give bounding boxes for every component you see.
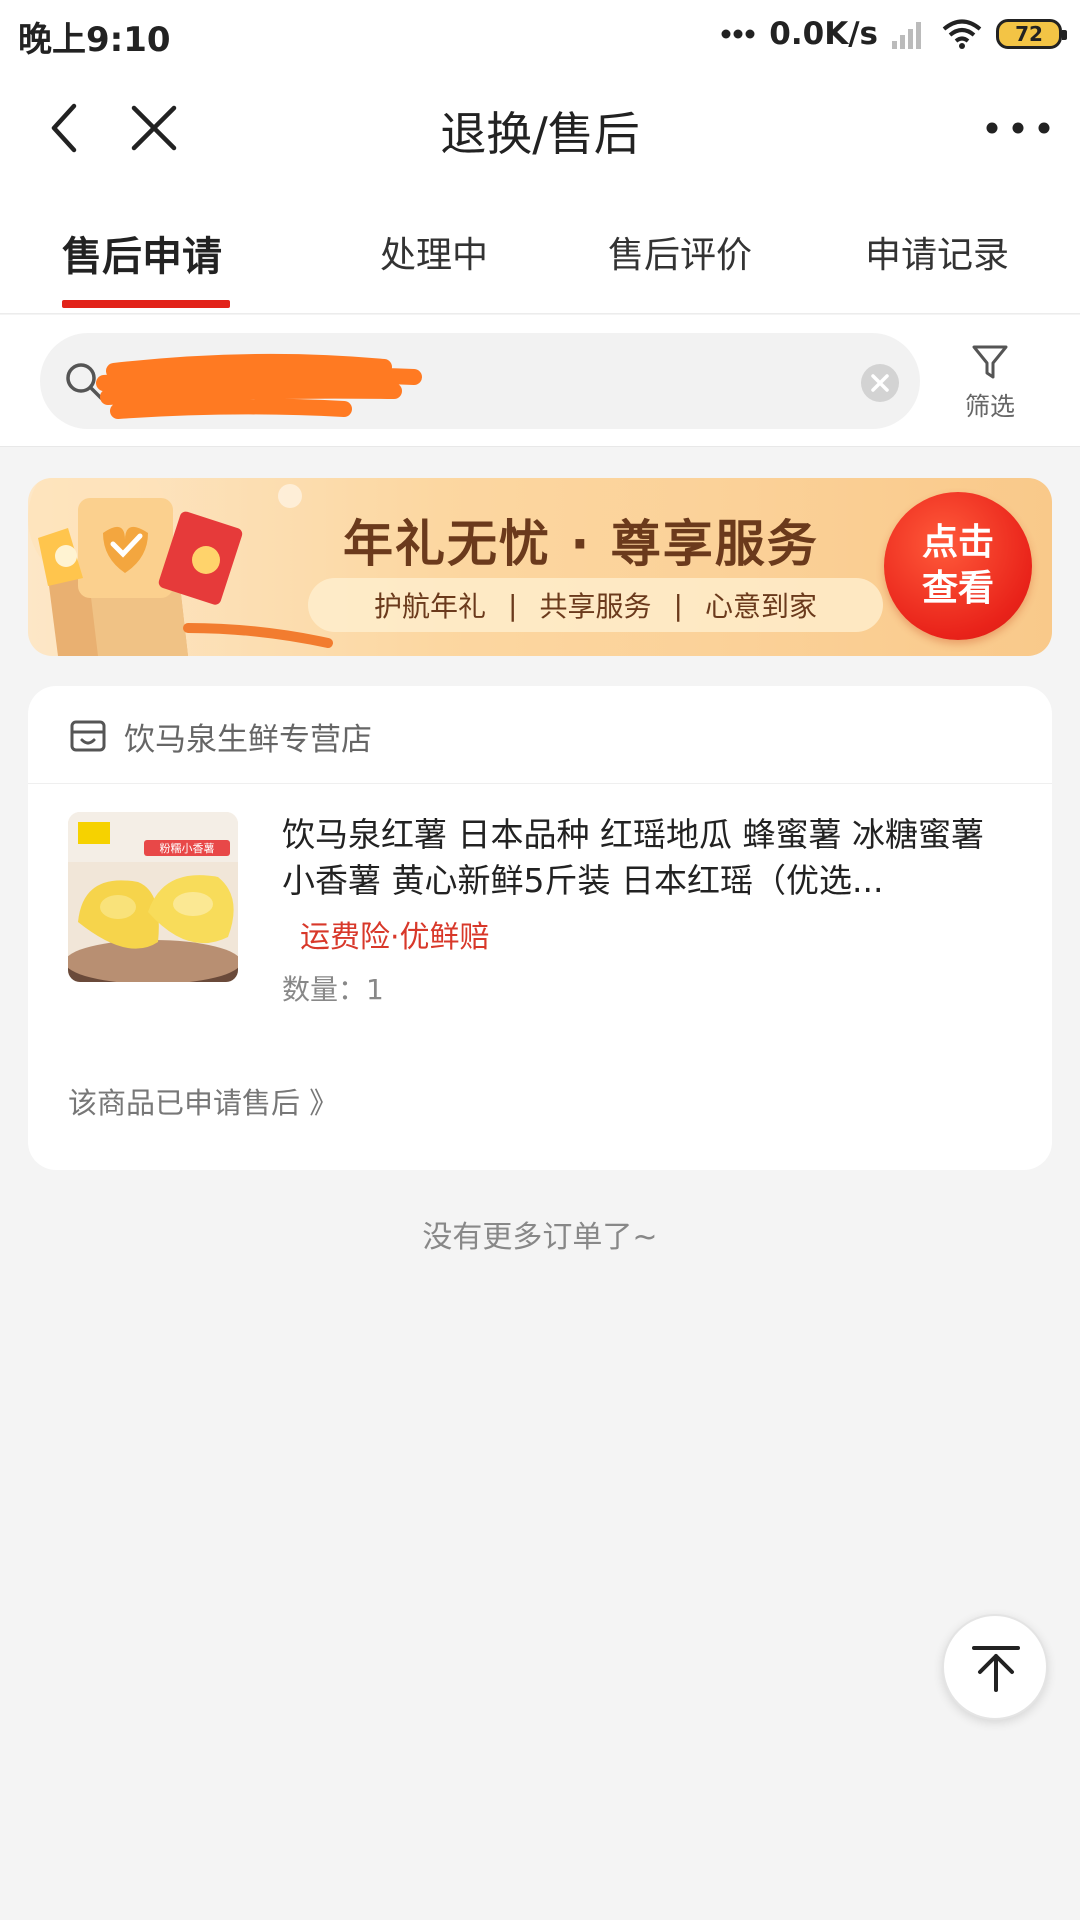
banner-item-2: 共享服务 [539,590,652,623]
product-service-tag: 运费险·优鲜赔 [300,920,490,955]
after-sale-status-link[interactable]: 该商品已申请售后 》 [68,1080,338,1122]
status-indicators: 0.0K/s 72 [721,12,1067,56]
filter-button[interactable]: 筛选 [940,339,1040,429]
redaction-scribble [96,353,422,419]
back-to-top-button[interactable] [942,1614,1048,1720]
battery-icon: 72 [996,19,1067,49]
more-icon[interactable] [978,96,1058,160]
banner-item-1: 护航年礼 [374,590,487,623]
divider: | [673,588,683,622]
order-card: 饮马泉生鲜专营店 粉糯小香薯 饮马泉红薯 日本品种 红瑶地瓜 蜂蜜薯 冰糖蜜薯小… [28,686,1052,1170]
filter-label: 筛选 [964,392,1015,421]
promo-banner[interactable]: 年礼无忧 · 尊享服务 护航年礼 | 共享服务 | 心意到家 点击 查看 [28,478,1052,656]
status-bar: 晚上9:10 0.0K/s 72 [0,0,1080,68]
banner-title: 年礼无忧 · 尊享服务 [343,515,819,573]
battery-level: 72 [1015,22,1043,46]
divider: | [508,588,518,622]
banner-service-list: 护航年礼 | 共享服务 | 心意到家 [308,578,883,632]
search-area: 筛选 [0,315,1080,447]
product-quantity: 数量：1 [282,973,384,1006]
product-title[interactable]: 饮马泉红薯 日本品种 红瑶地瓜 蜂蜜薯 冰糖蜜薯小香薯 黄心新鲜5斤装 日本红瑶… [282,812,1012,904]
banner-item-3: 心意到家 [704,590,817,623]
wifi-icon [942,19,982,49]
no-more-orders-text: 没有更多订单了~ [422,1220,658,1255]
clear-icon[interactable] [860,363,900,403]
tab-processing[interactable]: 处理中 [380,226,488,278]
tab-active-indicator [62,300,230,308]
search-box[interactable] [40,333,920,429]
status-time: 晚上9:10 [18,20,171,60]
tab-after-sale-review[interactable]: 售后评价 [608,226,752,278]
product-image[interactable]: 粉糯小香薯 [68,812,238,982]
filter-icon [972,345,1008,379]
arrow-up-icon [972,1646,1020,1692]
product-image-label: 粉糯小香薯 [160,841,215,855]
shop-name: 饮马泉生鲜专营店 [124,722,372,758]
page-title: 退换/售后 [440,107,640,161]
tab-after-sale-apply[interactable]: 售后申请 [62,224,222,282]
banner-cta-button[interactable]: 点击 查看 [884,492,1032,640]
gift-box-illustration [28,478,333,656]
tab-apply-records[interactable]: 申请记录 [865,226,1009,278]
sweet-potato-image: 粉糯小香薯 [68,812,238,982]
dots-icon [721,29,755,39]
net-speed: 0.0K/s [769,16,878,52]
tab-bar: 售后申请 处理中 售后评价 申请记录 [0,188,1080,314]
signal-icon [892,22,921,49]
shop-row[interactable]: 饮马泉生鲜专营店 [28,686,1052,784]
store-icon [70,720,106,752]
nav-bar: 退换/售后 [0,68,1080,188]
